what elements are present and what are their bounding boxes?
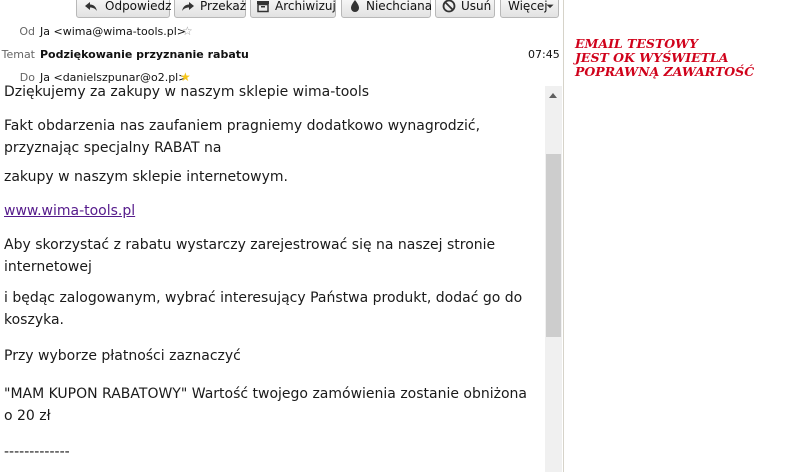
forward-icon [182, 2, 194, 11]
body-paragraph: "MAM KUPON RABATOWY" Wartość twojego zam… [4, 386, 527, 424]
delete-label: Usuń [461, 0, 492, 13]
delete-button[interactable]: Usuń [435, 0, 495, 18]
star-icon[interactable]: ☆ [182, 23, 193, 40]
note-line: EMAIL TESTOWY [575, 36, 699, 51]
forward-label: Przekaż [200, 0, 247, 13]
delete-icon [442, 0, 456, 13]
archive-icon [257, 1, 269, 13]
subject-label: Temat [1, 48, 35, 61]
star-icon[interactable]: ★ [180, 69, 191, 86]
body-paragraph: zakupy w naszym sklepie internetowym. [4, 169, 288, 185]
reply-button[interactable]: Odpowiedz [76, 0, 172, 18]
scrollbar[interactable] [545, 86, 562, 472]
from-label: Od [19, 25, 35, 38]
reply-label: Odpowiedz [105, 0, 172, 13]
from-value[interactable]: Ja <wima@wima-tools.pl> [40, 23, 186, 41]
body-divider-text: ------------- [4, 444, 70, 460]
pane-divider [563, 0, 564, 472]
subject-row: Temat Podziękowanie przyznanie rabatu [0, 46, 400, 64]
scroll-up-arrow[interactable] [549, 93, 557, 98]
scrollbar-thumb[interactable] [546, 154, 561, 337]
message-toolbar: Odpowiedz Przekaż Archiwizuj Niechciana [0, 0, 563, 20]
body-paragraph: Fakt obdarzenia nas zaufaniem pragniemy … [4, 118, 481, 156]
more-button[interactable]: Więcej [500, 0, 559, 18]
archive-button[interactable]: Archiwizuj [250, 0, 336, 18]
message-time: 07:45 [528, 48, 560, 61]
note-line: POPRAWNĄ ZAWARTOŚĆ [575, 64, 755, 79]
body-line-0: Dziękujemy za zakupy w naszym sklepie wi… [4, 85, 370, 100]
message-body: Dziękujemy za zakupy w naszym sklepie wi… [0, 85, 545, 472]
test-note: EMAIL TESTOWY JEST OK WYŚWIETLA POPRAWNĄ… [575, 37, 780, 79]
from-row: Od Ja <wima@wima-tools.pl> ☆ [0, 23, 300, 41]
message-pane: Odpowiedz Przekaż Archiwizuj Niechciana [0, 0, 563, 472]
body-paragraph: Aby skorzystać z rabatu wystarczy zareje… [4, 237, 496, 275]
subject-value: Podziękowanie przyznanie rabatu [40, 48, 249, 61]
more-label: Więcej [508, 0, 548, 13]
website-link[interactable]: www.wima-tools.pl [4, 203, 135, 219]
body-paragraph: i będąc zalogowanym, wybrać interesujący… [4, 290, 523, 328]
junk-icon [351, 0, 359, 12]
archive-label: Archiwizuj [275, 0, 336, 13]
reply-icon [85, 2, 97, 11]
body-link-paragraph: www.wima-tools.pl [4, 200, 534, 222]
forward-button[interactable]: Przekaż [174, 0, 246, 18]
note-line: JEST OK WYŚWIETLA [575, 50, 729, 65]
body-paragraph: Przy wyborze płatności zaznaczyć [4, 348, 241, 364]
junk-button[interactable]: Niechciana [341, 0, 433, 18]
junk-label: Niechciana [366, 0, 433, 13]
chevron-down-icon [546, 4, 554, 9]
